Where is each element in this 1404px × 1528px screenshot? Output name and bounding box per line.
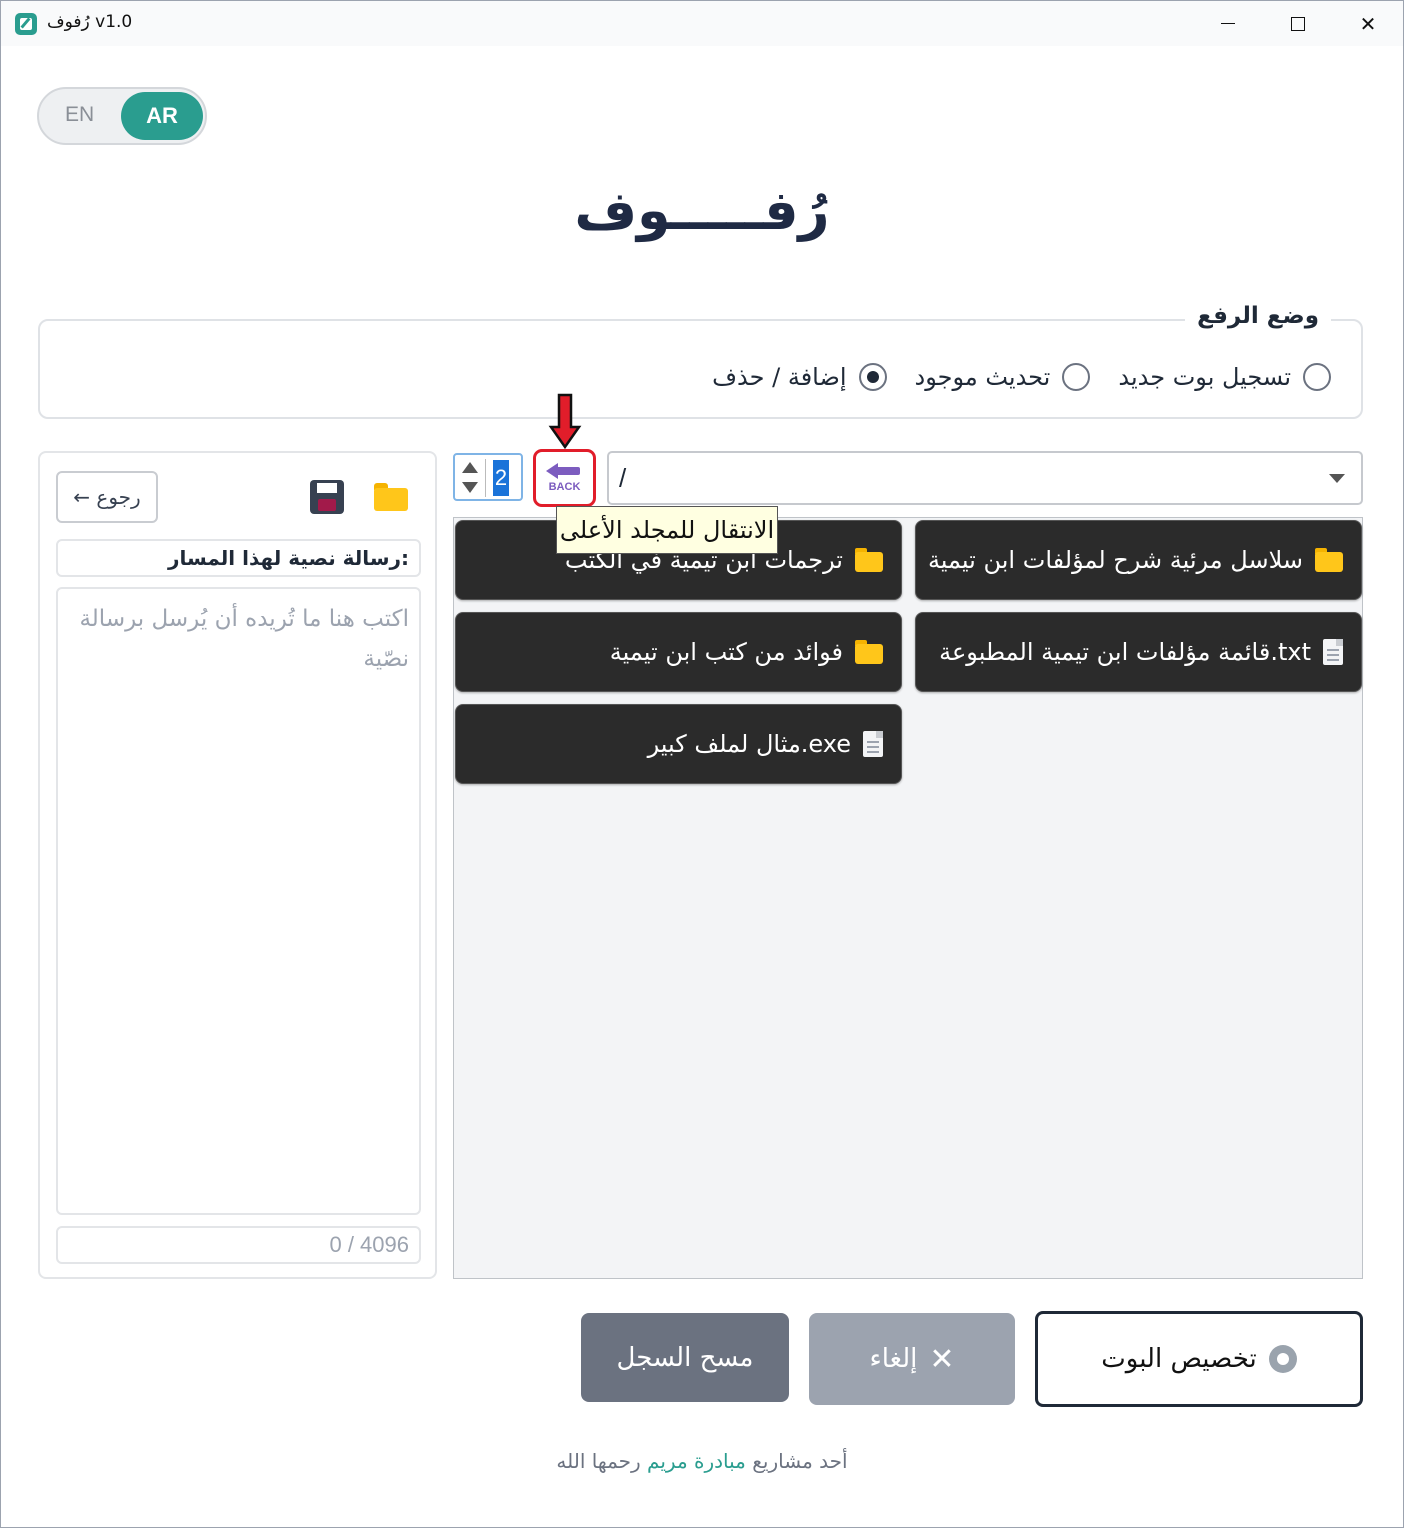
list-item[interactable]: فوائد من كتب ابن تيمية [455,612,902,692]
app-window: رُفوف v1.0 ✕ EN AR رُفـــــوف وضع الرفع … [0,0,1404,1528]
radio-label: تسجيل بوت جديد [1118,363,1291,391]
path-value: / [619,463,627,493]
gear-icon [1268,1345,1297,1373]
radio-label: تحديث موجود [914,363,1051,391]
red-down-arrow-icon [548,393,582,450]
columns-spinbox[interactable]: 2 [453,453,523,501]
folder-icon [1315,548,1343,572]
open-folder-icon[interactable] [374,483,408,511]
columns-value[interactable]: 2 [493,460,509,496]
language-toggle[interactable]: EN AR [37,87,207,145]
lang-ar-option[interactable]: AR [121,92,203,140]
up-folder-button[interactable]: BACK [533,449,596,507]
close-icon: ✕ [929,1341,955,1377]
radio-update-existing[interactable]: تحديث موجود [915,363,1091,391]
footer-prefix: أحد مشاريع [752,1449,848,1473]
maximize-icon [1291,16,1305,31]
minimize-icon [1221,22,1235,25]
path-dropdown[interactable]: / [607,451,1363,505]
up-button-text: BACK [548,481,581,493]
item-label: سلاسل مرئية شرح لمؤلفات ابن تيمية [927,546,1303,574]
window-title: رُفوف v1.0 [47,12,133,32]
spin-up-icon[interactable] [462,462,478,473]
clear-log-label: مسح السجل [616,1342,754,1373]
footer-suffix: رحمها الله [556,1449,641,1473]
message-label: رسالة نصية لهذا المسار: [56,539,421,577]
clear-log-button[interactable]: مسح السجل [581,1313,789,1402]
save-icon[interactable] [310,480,344,514]
back-button[interactable]: ← رجوع [56,471,158,523]
message-textarea[interactable]: اكتب هنا ما تُريده أن يُرسل برسالة نصّية [56,587,421,1215]
maximize-button[interactable] [1263,1,1333,46]
item-label: مثال لملف كبير.exe [647,730,851,758]
item-label: فوائد من كتب ابن تيمية [609,638,843,666]
upload-mode-group: وضع الرفع تسجيل بوت جديد تحديث موجود إضا… [38,303,1363,419]
file-icon [1323,639,1343,665]
radio-add-remove[interactable]: إضافة / حذف [712,363,887,391]
cancel-label: إلغاء [869,1344,918,1374]
app-logo: رُفـــــوف [574,179,830,242]
file-icon [863,731,883,757]
folder-icon [855,640,883,664]
char-counter: 0 / 4096 [56,1226,421,1264]
list-item[interactable]: سلاسل مرئية شرح لمؤلفات ابن تيمية [915,520,1362,600]
radio-label: إضافة / حذف [712,363,847,391]
radio-circle[interactable] [1062,363,1091,391]
item-label: قائمة مؤلفات ابن تيمية المطبوعة.txt [939,638,1311,666]
app-edit-icon [15,13,37,35]
up-folder-tooltip: الانتقال للمجلد الأعلى [556,506,778,554]
close-button[interactable]: ✕ [1333,1,1403,46]
radio-circle[interactable] [1303,363,1331,391]
footer-link[interactable]: مبادرة مريم [647,1449,746,1473]
radio-circle-selected[interactable] [858,363,887,391]
items-grid: سلاسل مرئية شرح لمؤلفات ابن تيمية ترجمات… [453,517,1363,1279]
folder-icon [855,548,883,572]
cancel-button[interactable]: إلغاء ✕ [809,1313,1015,1405]
message-panel: ← رجوع رسالة نصية لهذا المسار: اكتب هنا … [38,451,437,1279]
chevron-down-icon[interactable] [1329,474,1345,483]
customize-label: تخصيص البوت [1101,1344,1257,1374]
radio-new-bot[interactable]: تسجيل بوت جديد [1118,363,1331,391]
customize-bot-button[interactable]: تخصيص البوت [1035,1311,1363,1407]
minimize-button[interactable] [1193,1,1263,46]
spin-down-icon[interactable] [462,482,478,493]
upload-mode-options: تسجيل بوت جديد تحديث موجود إضافة / حذف [698,363,1331,391]
close-icon: ✕ [1359,11,1377,36]
list-item[interactable]: قائمة مؤلفات ابن تيمية المطبوعة.txt [915,612,1362,692]
title-bar: رُفوف v1.0 ✕ [1,1,1403,46]
footer-credit: أحد مشاريع مبادرة مريم رحمها الله [1,1449,1403,1473]
list-item[interactable]: مثال لملف كبير.exe [455,704,902,784]
lang-en-option[interactable]: EN [65,103,94,127]
upload-mode-legend: وضع الرفع [1185,303,1331,329]
